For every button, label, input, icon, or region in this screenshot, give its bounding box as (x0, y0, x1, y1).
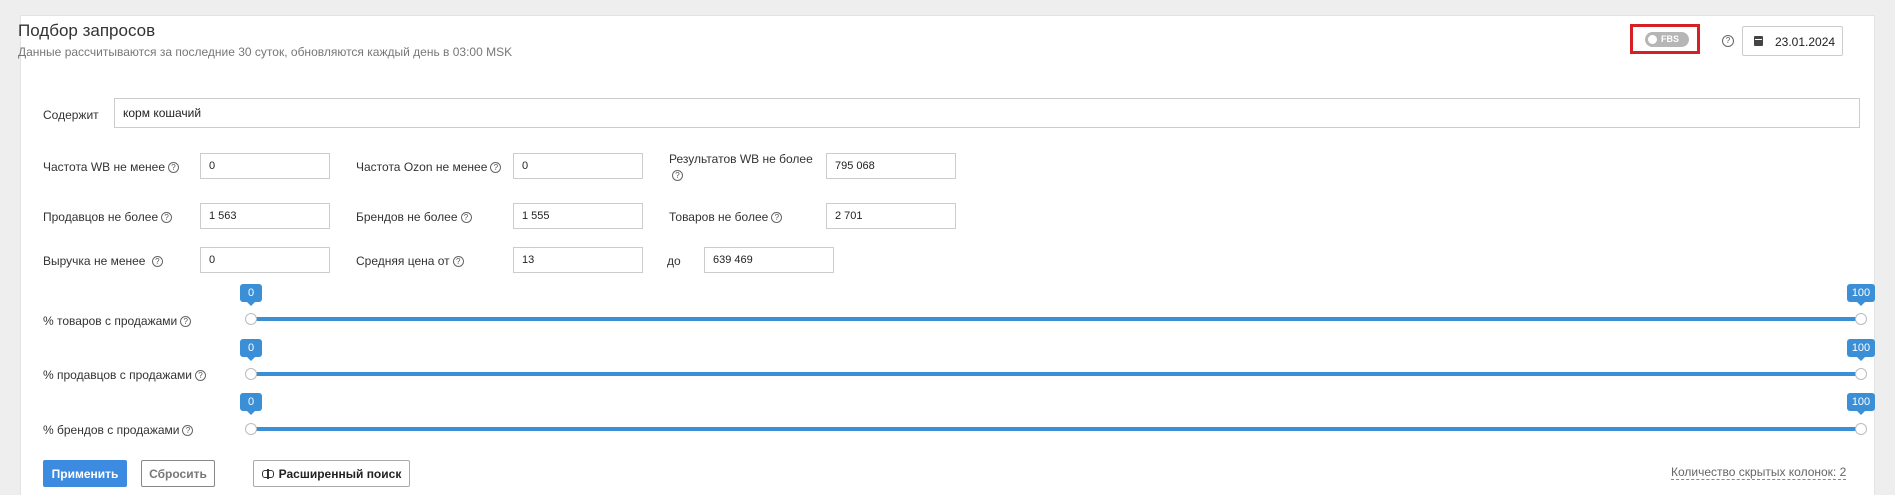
date-picker[interactable]: 23.01.2024 (1742, 26, 1843, 56)
slider-badge-sellers-min: 0 (240, 339, 262, 361)
help-icon[interactable]: ? (452, 256, 464, 268)
advanced-search-button[interactable]: Расширенный поиск (253, 460, 410, 487)
page-subtitle: Данные рассчитываются за последние 30 су… (18, 45, 513, 59)
slider-track-goods[interactable] (251, 317, 1861, 321)
slider-handle-brands-min[interactable] (245, 423, 257, 435)
contains-label: Содержит (43, 108, 99, 122)
help-icon[interactable]: ? (460, 212, 472, 224)
toggle-knob-icon (1648, 35, 1657, 44)
help-icon[interactable]: ? (161, 212, 173, 224)
freq-wb-label: Частота WB не менее? (43, 160, 180, 174)
help-icon[interactable]: ? (490, 162, 502, 174)
fbs-highlight-frame: FBS (1630, 24, 1700, 54)
avg-price-label: Средняя цена от? (356, 254, 464, 268)
fbs-toggle[interactable]: FBS (1645, 32, 1689, 47)
help-icon[interactable]: ? (151, 256, 163, 268)
avg-price-to-input[interactable]: 639 469 (704, 247, 834, 273)
reset-button[interactable]: Сбросить (141, 460, 215, 487)
brands-label: Брендов не более? (356, 210, 472, 224)
help-icon[interactable]: ? (1722, 35, 1734, 47)
slider-badge-brands-min: 0 (240, 393, 262, 415)
slider-track-brands[interactable] (251, 427, 1861, 431)
hidden-columns-link[interactable]: Количество скрытых колонок: 2 (1671, 465, 1847, 480)
contains-input[interactable]: корм кошачий (114, 98, 1860, 128)
help-icon[interactable]: ? (771, 212, 783, 224)
help-icon[interactable]: ? (672, 170, 683, 182)
help-icon[interactable]: ? (182, 425, 194, 437)
binoculars-icon (261, 468, 274, 479)
avg-price-to-label: до (667, 254, 681, 268)
slider-label-sellers: % продавцов с продажами? (43, 368, 207, 382)
slider-handle-goods-max[interactable] (1855, 313, 1867, 325)
slider-badge-goods-min: 0 (240, 284, 262, 306)
slider-badge-brands-max: 100 (1847, 393, 1875, 415)
results-wb-input[interactable]: 795 068 (826, 153, 956, 179)
apply-button[interactable]: Применить (43, 460, 127, 487)
date-value: 23.01.2024 (1775, 35, 1836, 49)
help-icon[interactable]: ? (195, 370, 207, 382)
slider-handle-goods-min[interactable] (245, 313, 257, 325)
revenue-input[interactable]: 0 (200, 247, 330, 273)
slider-badge-sellers-max: 100 (1847, 339, 1875, 361)
advanced-search-label: Расширенный поиск (278, 466, 402, 481)
calendar-icon (1754, 36, 1763, 46)
avg-price-from-input[interactable]: 13 (513, 247, 643, 273)
freq-ozon-label: Частота Ozon не менее? (356, 160, 502, 174)
revenue-label: Выручка не менее ? (43, 254, 163, 268)
slider-label-goods: % товаров с продажами? (43, 314, 192, 328)
slider-badge-goods-max: 100 (1847, 284, 1875, 306)
sellers-input[interactable]: 1 563 (200, 203, 330, 229)
help-icon[interactable]: ? (168, 162, 180, 174)
slider-handle-brands-max[interactable] (1855, 423, 1867, 435)
slider-handle-sellers-min[interactable] (245, 368, 257, 380)
freq-wb-input[interactable]: 0 (200, 153, 330, 179)
help-icon[interactable]: ? (180, 316, 192, 328)
goods-label: Товаров не более? (669, 210, 783, 224)
page-title: Подбор запросов (18, 21, 156, 40)
slider-label-brands: % брендов с продажами? (43, 423, 194, 437)
slider-track-sellers[interactable] (251, 372, 1861, 376)
results-wb-label: Результатов WB не более ? (669, 152, 813, 182)
freq-ozon-input[interactable]: 0 (513, 153, 643, 179)
sellers-label: Продавцов не более? (43, 210, 173, 224)
slider-handle-sellers-max[interactable] (1855, 368, 1867, 380)
brands-input[interactable]: 1 555 (513, 203, 643, 229)
fbs-toggle-label: FBS (1661, 34, 1679, 44)
goods-input[interactable]: 2 701 (826, 203, 956, 229)
